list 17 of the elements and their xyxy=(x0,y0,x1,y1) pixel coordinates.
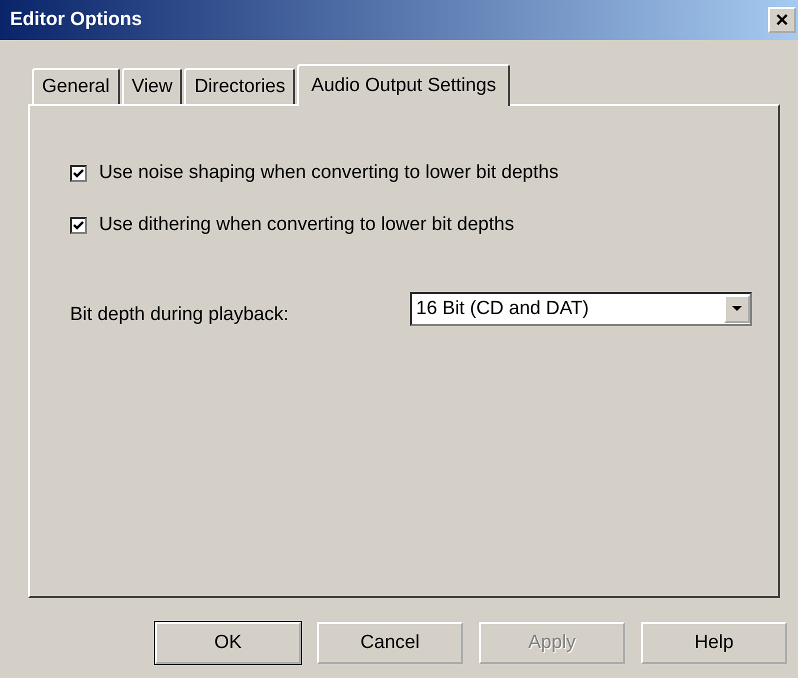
checkbox[interactable] xyxy=(70,216,87,234)
close-button[interactable]: × xyxy=(768,7,796,33)
checkmark-icon xyxy=(72,218,85,232)
checkbox-label: Use dithering when converting to lower bit depths xyxy=(99,214,514,236)
bit-depth-dropdown[interactable]: 16 Bit (CD and DAT) xyxy=(410,292,752,326)
tab[interactable]: Audio Output Settings xyxy=(297,64,510,106)
tab[interactable]: General xyxy=(32,68,120,104)
checkmark-icon xyxy=(72,166,85,180)
tab[interactable]: Directories xyxy=(184,68,296,104)
bit-depth-label: Bit depth during playback: xyxy=(70,303,290,326)
dialog-button[interactable]: OK xyxy=(155,622,301,664)
checkbox-label: Use noise shaping when converting to lower bit depths xyxy=(99,162,558,184)
window-title: Editor Options xyxy=(10,9,142,31)
dialog-button[interactable]: Help xyxy=(641,622,787,664)
dialog-button[interactable]: Cancel xyxy=(317,622,463,664)
checkbox[interactable] xyxy=(70,164,87,182)
tab[interactable]: View xyxy=(122,68,182,104)
